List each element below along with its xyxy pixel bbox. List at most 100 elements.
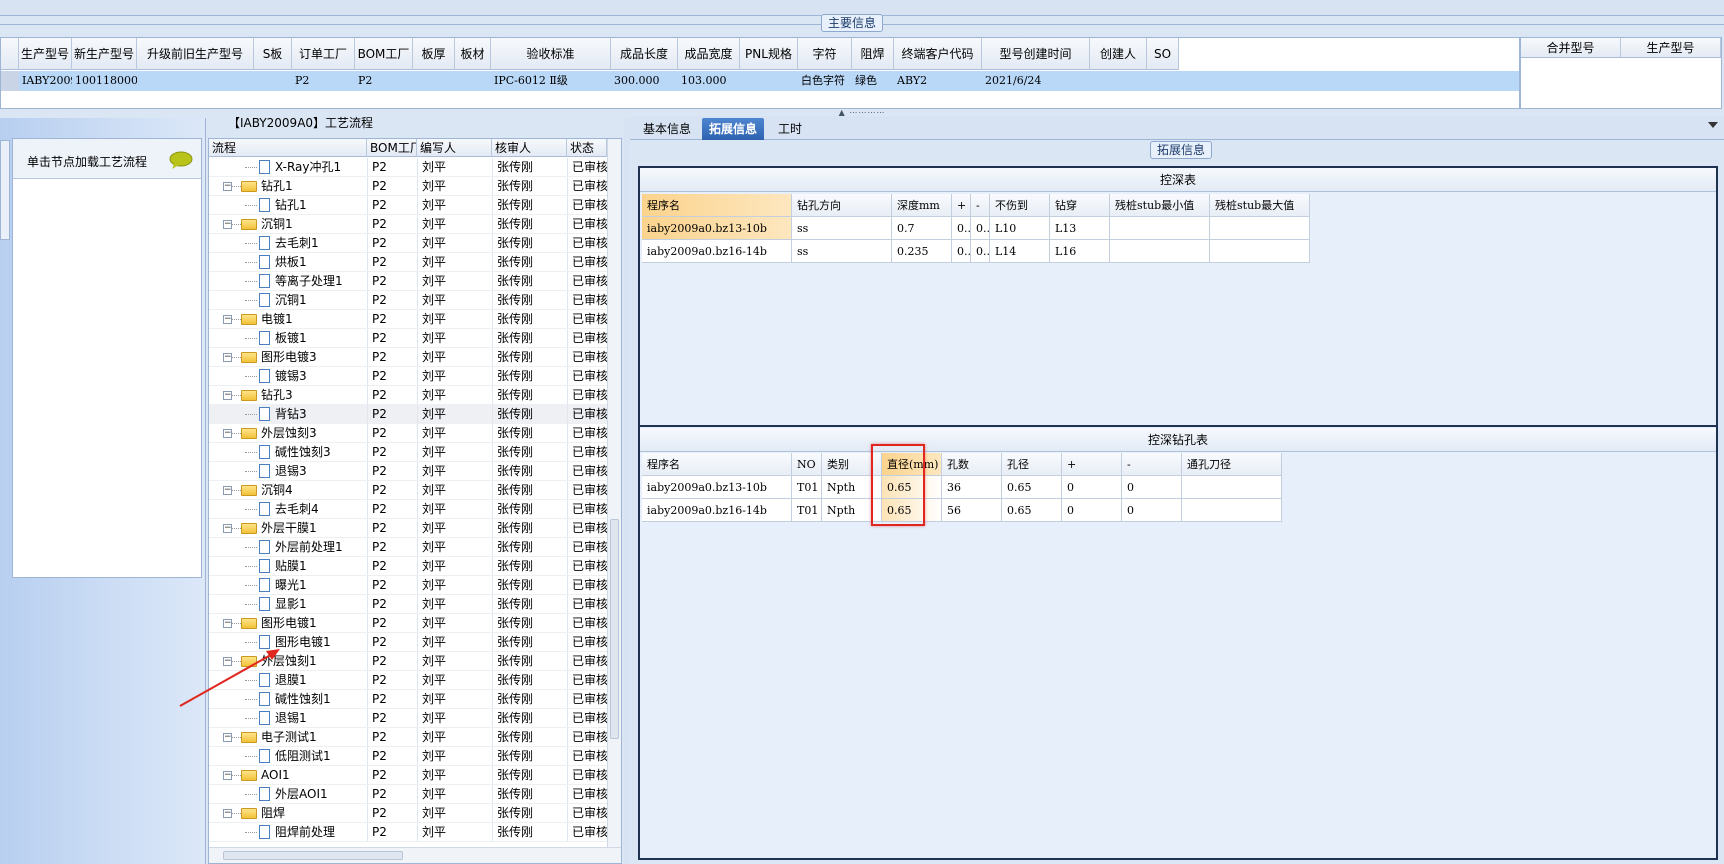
depth_table-col-header[interactable]: + bbox=[952, 194, 971, 217]
hole_table-cell[interactable]: iaby2009a0.bz16-14b bbox=[642, 499, 792, 522]
tree-row[interactable]: − 钻孔3 P2 刘平 张传刚 已审核 bbox=[209, 386, 621, 405]
tree-col-writer[interactable]: 编写人 bbox=[417, 139, 492, 157]
tree-row[interactable]: 镀锡3 P2 刘平 张传刚 已审核 bbox=[209, 367, 621, 386]
tree-row[interactable]: 去毛刺1 P2 刘平 张传刚 已审核 bbox=[209, 234, 621, 253]
tree-row[interactable]: − 电子测试1 P2 刘平 张传刚 已审核 bbox=[209, 728, 621, 747]
depth_table-cell[interactable]: L16 bbox=[1050, 240, 1110, 263]
tree-hscroll-thumb[interactable] bbox=[223, 851, 403, 860]
tab-extended-info[interactable]: 拓展信息 bbox=[702, 118, 765, 140]
tree-node[interactable]: 退锡3 bbox=[209, 462, 367, 480]
tree-node[interactable]: 碱性蚀刻3 bbox=[209, 443, 367, 461]
tree-row[interactable]: 碱性蚀刻3 P2 刘平 张传刚 已审核 bbox=[209, 443, 621, 462]
tree-row[interactable]: 板镀1 P2 刘平 张传刚 已审核 bbox=[209, 329, 621, 348]
main-cell[interactable]: IPC-6012 Ⅱ级 bbox=[491, 71, 611, 91]
collapse-icon[interactable]: − bbox=[223, 486, 232, 495]
main-cell[interactable]: 103.000 bbox=[678, 71, 740, 91]
main-col-header[interactable]: 生产型号 bbox=[19, 38, 72, 70]
tree-node[interactable]: 烘板1 bbox=[209, 253, 367, 271]
tree-row[interactable]: 退锡3 P2 刘平 张传刚 已审核 bbox=[209, 462, 621, 481]
tree-node[interactable]: − 外层蚀刻3 bbox=[209, 424, 367, 442]
tree-node[interactable]: 退锡1 bbox=[209, 709, 367, 727]
hole_table-cell[interactable]: 36 bbox=[942, 476, 1002, 499]
hole_table-col-header[interactable]: + bbox=[1062, 453, 1122, 476]
main-col-header[interactable]: S板 bbox=[254, 38, 292, 70]
tree-node[interactable]: 显影1 bbox=[209, 595, 367, 613]
tree-row[interactable]: − 沉铜1 P2 刘平 张传刚 已审核 bbox=[209, 215, 621, 234]
collapse-icon[interactable]: − bbox=[223, 524, 232, 533]
main-col-header[interactable]: 字符 bbox=[798, 38, 852, 70]
depth_table-cell[interactable]: L13 bbox=[1050, 217, 1110, 240]
hole_table-col-header[interactable]: 孔径 bbox=[1002, 453, 1062, 476]
tree-node[interactable]: 背钻3 bbox=[209, 405, 367, 423]
tree-node[interactable]: − 电子测试1 bbox=[209, 728, 367, 746]
main-cell[interactable] bbox=[137, 71, 254, 91]
depth_table-cell[interactable]: iaby2009a0.bz13-10b bbox=[642, 217, 792, 240]
depth_table-row[interactable]: iaby2009a0.bz16-14b ss 0.235 0.. 0.. L14 L16 bbox=[642, 240, 1310, 263]
main-cell[interactable] bbox=[1090, 71, 1147, 91]
main-cell[interactable]: 绿色 bbox=[852, 71, 894, 91]
collapse-icon[interactable]: − bbox=[223, 182, 232, 191]
depth_table-col-header[interactable]: 残桩stub最大值 bbox=[1210, 194, 1310, 217]
hole_table-col-header[interactable]: - bbox=[1122, 453, 1182, 476]
row-indicator[interactable] bbox=[1, 71, 19, 91]
tree-row[interactable]: 等离子处理1 P2 刘平 张传刚 已审核 bbox=[209, 272, 621, 291]
main-info-row[interactable]: IABY2009A010011800003981 P2P2 IPC-6012 Ⅱ级3… bbox=[1, 71, 1519, 91]
main-col-header[interactable]: 终端客户代码 bbox=[894, 38, 982, 70]
main-col-header[interactable]: 订单工厂 bbox=[292, 38, 355, 70]
depth_table-col-header[interactable]: 钻穿 bbox=[1050, 194, 1110, 217]
tree-horizontal-scrollbar[interactable] bbox=[209, 847, 621, 863]
hole_table-row[interactable]: iaby2009a0.bz13-10b T01 Npth 0.65 36 0.65 0 0 bbox=[642, 476, 1282, 499]
depth_table-cell[interactable]: iaby2009a0.bz16-14b bbox=[642, 240, 792, 263]
main-col-header[interactable]: SO bbox=[1147, 38, 1179, 70]
tree-row[interactable]: 退锡1 P2 刘平 张传刚 已审核 bbox=[209, 709, 621, 728]
main-col-header[interactable]: 创建人 bbox=[1090, 38, 1147, 70]
main-col-header[interactable]: BOM工厂 bbox=[355, 38, 413, 70]
tree-node[interactable]: − 阻焊 bbox=[209, 804, 367, 822]
depth_table-cell[interactable]: 0.. bbox=[971, 217, 990, 240]
load-process-hint[interactable]: 单击节点加载工艺流程 bbox=[13, 139, 201, 179]
tree-row[interactable]: 背钻3 P2 刘平 张传刚 已审核 bbox=[209, 405, 621, 424]
main-col-header[interactable]: 板材 bbox=[455, 38, 491, 70]
hole_table-cell[interactable]: 0.65 bbox=[1002, 476, 1062, 499]
tree-node[interactable]: − 钻孔1 bbox=[209, 177, 367, 195]
tree-row[interactable]: 阻焊前处理 P2 刘平 张传刚 已审核 bbox=[209, 823, 621, 842]
main-cell[interactable]: 10011800003981 bbox=[72, 71, 137, 91]
collapse-icon[interactable]: − bbox=[223, 809, 232, 818]
depth_table-row[interactable]: iaby2009a0.bz13-10b ss 0.7 0.. 0.. L10 L13 bbox=[642, 217, 1310, 240]
depth_table-col-header[interactable]: 钻孔方向 bbox=[792, 194, 892, 217]
hole_table-row[interactable]: iaby2009a0.bz16-14b T01 Npth 0.65 56 0.65 0 0 bbox=[642, 499, 1282, 522]
depth_table-col-header[interactable]: 深度mm bbox=[892, 194, 952, 217]
depth_table-cell[interactable]: 0.235 bbox=[892, 240, 952, 263]
tab-basic-info[interactable]: 基本信息 bbox=[636, 118, 698, 140]
tree-node[interactable]: X-Ray冲孔1 bbox=[209, 158, 367, 176]
depth_table-cell[interactable] bbox=[1110, 217, 1210, 240]
tree-node[interactable]: 阻焊前处理 bbox=[209, 823, 367, 841]
tree-row[interactable]: − 图形电镀1 P2 刘平 张传刚 已审核 bbox=[209, 614, 621, 633]
depth_table-cell[interactable]: 0.7 bbox=[892, 217, 952, 240]
tree-row[interactable]: − 阻焊 P2 刘平 张传刚 已审核 bbox=[209, 804, 621, 823]
main-col-header[interactable]: 型号创建时间 bbox=[982, 38, 1090, 70]
collapse-icon[interactable]: − bbox=[223, 733, 232, 742]
hole_table-col-header[interactable]: NO bbox=[792, 453, 822, 476]
depth-table[interactable]: 程序名 钻孔方向 深度mm + - 不伤到 钻穿 残桩stub最小值 残桩stub最大值 iaby… bbox=[642, 194, 1310, 263]
main-cell[interactable]: 2021/6/24 bbox=[982, 71, 1090, 91]
depth_table-col-header[interactable]: 不伤到 bbox=[990, 194, 1050, 217]
main-cell[interactable] bbox=[455, 71, 491, 91]
tab-dropdown-icon[interactable] bbox=[1708, 122, 1718, 128]
tree-vscroll-thumb[interactable] bbox=[610, 519, 619, 739]
main-cell[interactable] bbox=[740, 71, 798, 91]
hole_table-cell[interactable] bbox=[1182, 499, 1282, 522]
process-tree[interactable]: X-Ray冲孔1 P2 刘平 张传刚 已审核 − 钻孔1 P2 刘平 张传刚 已审核 钻孔1 P2 刘平张… bbox=[209, 158, 621, 848]
tree-node[interactable]: 低阻测试1 bbox=[209, 747, 367, 765]
tree-row[interactable]: − AOI1 P2 刘平 张传刚 已审核 bbox=[209, 766, 621, 785]
tree-row[interactable]: − 外层蚀刻3 P2 刘平 张传刚 已审核 bbox=[209, 424, 621, 443]
tree-node[interactable]: 沉铜1 bbox=[209, 291, 367, 309]
hole_table-col-header[interactable]: 孔数 bbox=[942, 453, 1002, 476]
tree-row[interactable]: − 钻孔1 P2 刘平 张传刚 已审核 bbox=[209, 177, 621, 196]
hole-table[interactable]: 程序名 NO 类别 直径(mm) 孔数 孔径 + - 通孔刀径 iaby2009a0.bz13-1… bbox=[642, 453, 1282, 522]
tree-node[interactable]: 贴膜1 bbox=[209, 557, 367, 575]
depth_table-cell[interactable] bbox=[1110, 240, 1210, 263]
tree-node[interactable]: − 电镀1 bbox=[209, 310, 367, 328]
depth_table-cell[interactable] bbox=[1210, 240, 1310, 263]
main-cell[interactable]: P2 bbox=[355, 71, 413, 91]
